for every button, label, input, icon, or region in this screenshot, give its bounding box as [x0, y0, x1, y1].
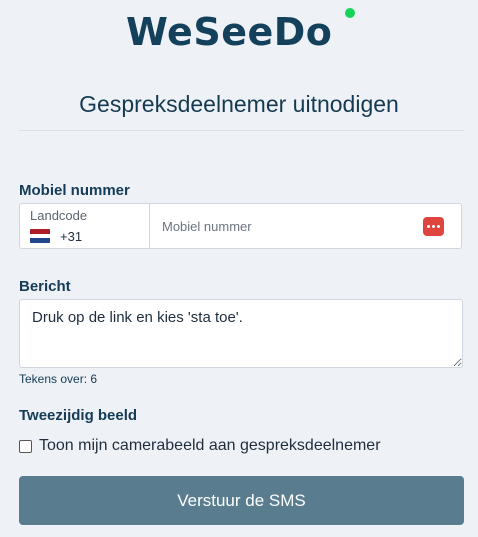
- message-textarea[interactable]: Druk op de link en kies 'sta toe'.: [19, 299, 463, 368]
- netherlands-flag-icon: [30, 229, 50, 243]
- dots-icon[interactable]: [423, 217, 444, 236]
- weseedo-logo: WeSeeDo: [126, 2, 355, 62]
- two-way-video-label: Tweezijdig beeld: [19, 407, 138, 424]
- show-camera-option[interactable]: Toon mijn camerabeeld aan gespreksdeelne…: [19, 437, 381, 455]
- country-code-value: +31: [60, 229, 83, 244]
- send-sms-button[interactable]: Verstuur de SMS: [19, 476, 464, 525]
- country-code-select[interactable]: Landcode +31: [20, 204, 150, 248]
- logo-text: WeSeeDo: [126, 10, 333, 54]
- page-title: Gespreksdeelnemer uitnodigen: [79, 91, 399, 117]
- mobile-number-input[interactable]: [150, 204, 410, 248]
- logo-dot-icon: [345, 8, 355, 18]
- show-camera-checkbox[interactable]: [19, 439, 32, 453]
- title-divider: [19, 130, 464, 131]
- chars-left-counter: Tekens over: 6: [19, 372, 98, 386]
- country-code-label: Landcode: [30, 208, 88, 223]
- phone-input-group: Landcode +31: [19, 203, 462, 249]
- show-camera-checkbox-label[interactable]: Toon mijn camerabeeld aan gespreksdeelne…: [39, 437, 381, 455]
- message-label: Bericht: [19, 278, 71, 295]
- mobile-number-label: Mobiel nummer: [19, 182, 130, 199]
